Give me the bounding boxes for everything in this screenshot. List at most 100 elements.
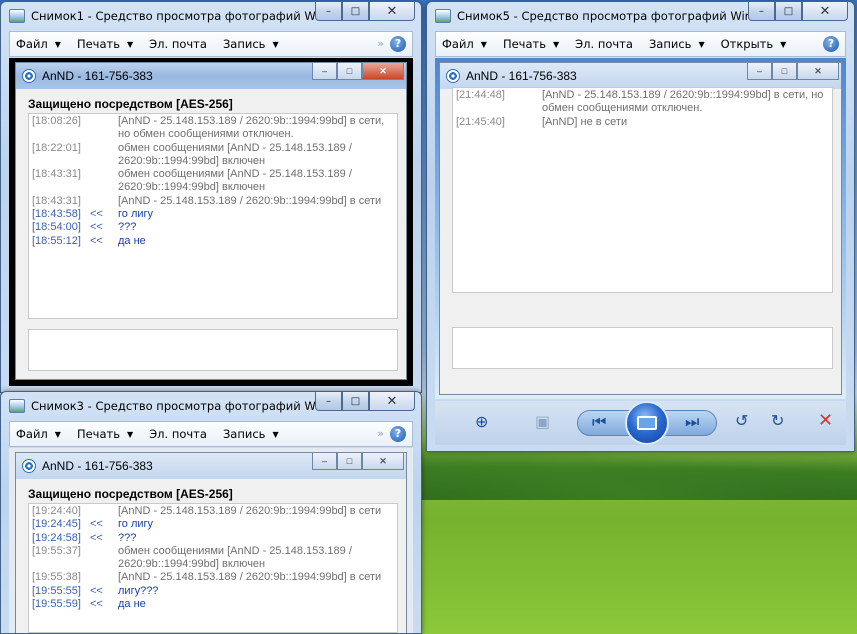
log-entry: [21:44:48] [AnND - 25.148.153.189 / 2620:… (456, 89, 829, 116)
menu-burn[interactable]: Запись ▼ (223, 37, 279, 51)
photo-viewer-icon (435, 9, 451, 23)
log-message: [AnND - 25.148.153.189 / 2620:9b::1994:9… (118, 571, 382, 584)
log-message: обмен сообщениями [AnND - 25.148.153.189… (118, 168, 352, 194)
menu-burn[interactable]: Запись ▼ (223, 427, 279, 441)
log-message: [AnND - 25.148.153.189 / 2620:9b::1994:9… (118, 505, 382, 517)
maximize-button[interactable]: □ (342, 2, 369, 21)
log-message: [AnND] не в сети (542, 115, 628, 128)
chat-titlebar[interactable]: AnND - 161-756-383 – □ ✕ (440, 63, 841, 89)
menu-file[interactable]: Файл ▼ (442, 37, 487, 51)
photo-viewer-icon (9, 399, 25, 413)
chat-window: AnND - 161-756-383 – □ ✕ Защищено посред… (15, 62, 407, 380)
log-timestamp: [18:43:58] (32, 208, 81, 221)
window-title: Снимок3 - Средство просмотра фотографий … (31, 399, 316, 413)
photo-viewer-window-5[interactable]: Снимок5 - Средство просмотра фотографий … (426, 1, 855, 452)
log-message: ??? (118, 531, 137, 544)
chat-maximize-button[interactable]: □ (772, 63, 797, 80)
chat-title: AnND - 161-756-383 (42, 69, 153, 83)
menu-bar: Файл ▼ Печать ▼ Эл. почта Запись ▼ » ? (9, 421, 413, 447)
delete-icon[interactable]: ✕ (818, 410, 833, 431)
log-timestamp: [19:55:37] (32, 544, 81, 557)
more-chevron-icon[interactable]: » (377, 427, 384, 440)
titlebar[interactable]: Снимок3 - Средство просмотра фотографий … (1, 392, 421, 420)
fit-window-icon[interactable]: ▣ (535, 412, 550, 431)
log-entry: [18:08:26] [AnND - 25.148.153.189 / 2620:… (32, 115, 394, 142)
message-input[interactable] (28, 329, 398, 371)
chat-titlebar[interactable]: AnND - 161-756-383 – □ ✕ (16, 453, 406, 479)
slideshow-button[interactable] (625, 401, 669, 445)
log-direction: << (90, 531, 103, 544)
close-button[interactable]: ✕ (802, 2, 848, 21)
chat-titlebar[interactable]: AnND - 161-756-383 – □ ✕ (16, 63, 406, 89)
menu-print[interactable]: Печать ▼ (77, 427, 133, 441)
photo-viewer-window-1[interactable]: Снимок1 - Средство просмотра фотографий … (0, 1, 422, 393)
log-entry: [18:22:01] обмен сообщениями [AnND - 25.1… (32, 142, 394, 169)
menu-file[interactable]: Файл ▼ (16, 37, 61, 51)
menu-open[interactable]: Открыть ▼ (721, 37, 787, 51)
minimize-button[interactable]: – (315, 2, 342, 21)
chat-window: AnND - 161-756-383 – □ ✕ [21:44:48] [AnND… (439, 62, 842, 395)
next-icon[interactable]: ⏭ (685, 412, 699, 432)
previous-icon[interactable]: ⏮ (592, 412, 606, 432)
log-direction (514, 89, 542, 116)
menu-file[interactable]: Файл ▼ (16, 427, 61, 441)
maximize-button[interactable]: □ (342, 392, 369, 411)
chat-title: AnND - 161-756-383 (466, 69, 577, 83)
chat-maximize-button[interactable]: □ (337, 453, 362, 470)
log-timestamp: [18:43:31] (32, 194, 81, 207)
close-button[interactable]: ✕ (369, 2, 415, 21)
minimize-button[interactable]: – (748, 2, 775, 21)
menu-email[interactable]: Эл. почта (149, 427, 207, 441)
menu-burn[interactable]: Запись ▼ (649, 37, 705, 51)
message-input[interactable] (452, 327, 833, 369)
chat-close-button[interactable]: ✕ (797, 63, 839, 80)
menu-print[interactable]: Печать ▼ (503, 37, 559, 51)
help-icon[interactable]: ? (390, 426, 406, 442)
log-entry: [19:55:59] << да не (32, 598, 394, 611)
menu-print[interactable]: Печать ▼ (77, 37, 133, 51)
rotate-ccw-icon[interactable]: ↺ (735, 411, 748, 430)
log-direction: << (90, 518, 103, 531)
log-timestamp: [18:22:01] (32, 141, 81, 154)
log-timestamp: [19:55:59] (32, 598, 81, 611)
menu-email[interactable]: Эл. почта (575, 37, 633, 51)
message-log: [21:44:48] [AnND - 25.148.153.189 / 2620:… (452, 87, 833, 293)
log-timestamp: [21:44:48] (456, 89, 505, 101)
log-timestamp: [18:43:31] (32, 168, 81, 181)
log-message: лигу??? (118, 584, 159, 597)
minimize-button[interactable]: – (315, 392, 342, 411)
chat-maximize-button[interactable]: □ (337, 63, 362, 80)
photo-viewer-window-3[interactable]: Снимок3 - Средство просмотра фотографий … (0, 391, 422, 634)
window-title: Снимок1 - Средство просмотра фотографий … (31, 9, 316, 23)
titlebar[interactable]: Снимок5 - Средство просмотра фотографий … (427, 2, 854, 30)
app-logo-icon (22, 69, 36, 83)
log-entry: [19:55:38] [AnND - 25.148.153.189 / 2620:… (32, 571, 394, 584)
log-direction (90, 142, 118, 169)
log-direction (90, 195, 118, 208)
log-entry: [18:54:00] <<??? (32, 221, 394, 234)
menu-email[interactable]: Эл. почта (149, 37, 207, 51)
chat-minimize-button[interactable]: – (312, 63, 337, 80)
log-timestamp: [18:55:12] (32, 234, 81, 247)
log-entry: [19:55:55] << лигу??? (32, 585, 394, 598)
log-timestamp: [19:24:45] (32, 518, 81, 531)
help-icon[interactable]: ? (823, 36, 839, 52)
chat-minimize-button[interactable]: – (747, 63, 772, 80)
log-timestamp: [19:24:40] (32, 505, 81, 517)
rotate-cw-icon[interactable]: ↻ (771, 411, 784, 430)
log-entry: [21:45:40] [AnND] не в сети (456, 116, 829, 129)
titlebar[interactable]: Снимок1 - Средство просмотра фотографий … (1, 2, 421, 30)
help-icon[interactable]: ? (390, 36, 406, 52)
log-direction (90, 505, 118, 518)
chat-minimize-button[interactable]: – (312, 453, 337, 470)
close-button[interactable]: ✕ (369, 392, 415, 411)
more-chevron-icon[interactable]: » (377, 37, 384, 50)
log-message: обмен сообщениями [AnND - 25.148.153.189… (118, 141, 352, 167)
chat-close-button[interactable]: ✕ (362, 453, 404, 470)
menu-bar: Файл ▼ Печать ▼ Эл. почта Запись ▼ » ? (9, 31, 413, 57)
zoom-icon[interactable]: ⊕ (475, 412, 488, 431)
log-message: го лигу (118, 518, 154, 531)
log-entry: [18:55:12] << да не (32, 235, 394, 248)
maximize-button[interactable]: □ (775, 2, 802, 21)
chat-close-button[interactable]: ✕ (362, 63, 404, 80)
